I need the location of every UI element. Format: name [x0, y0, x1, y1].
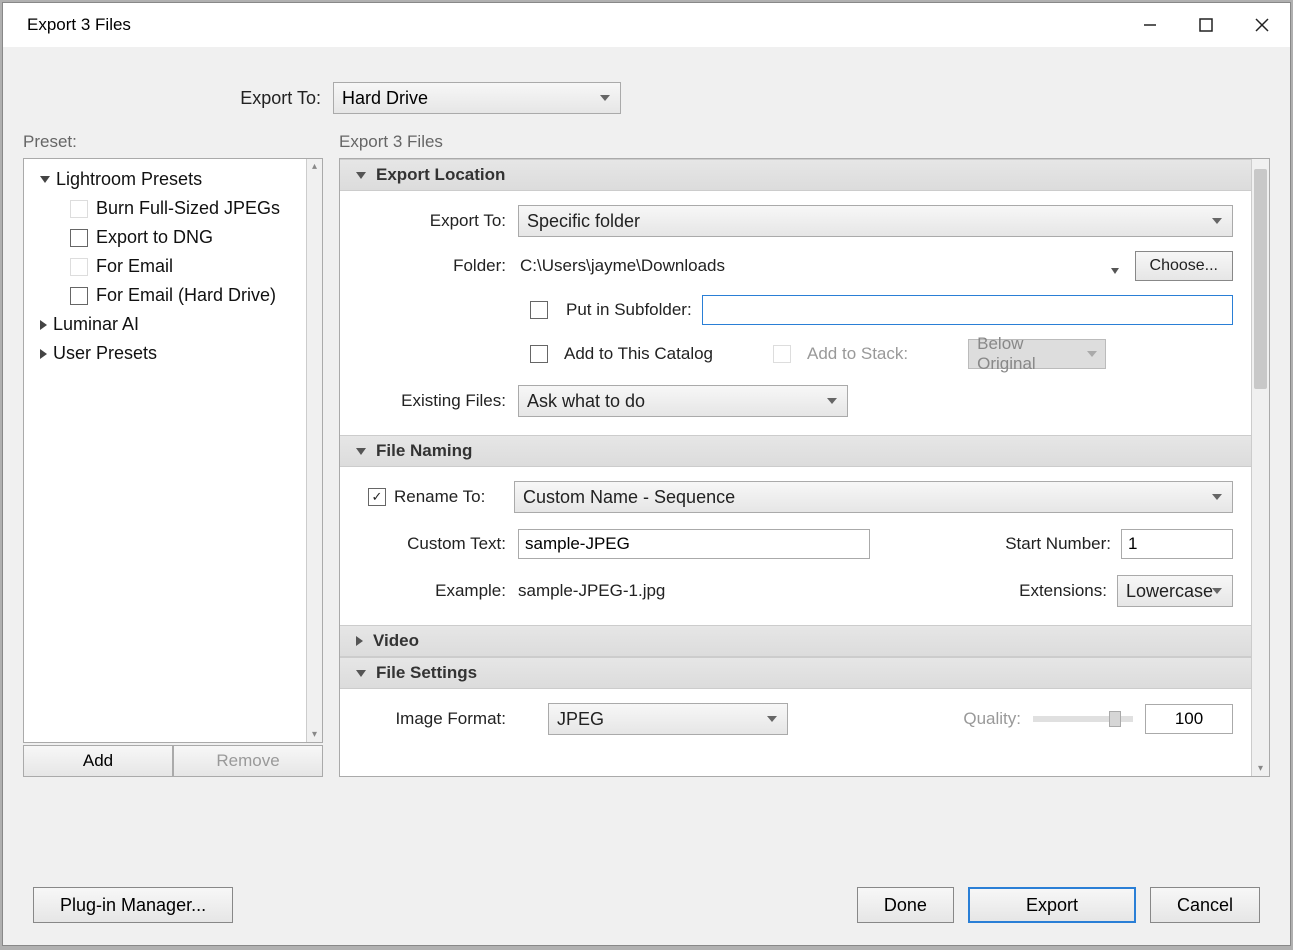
- chevron-down-icon: [40, 176, 50, 183]
- done-button[interactable]: Done: [857, 887, 954, 923]
- chevron-right-icon: [40, 349, 47, 359]
- preset-item[interactable]: For Email (Hard Drive): [30, 281, 308, 310]
- cancel-button[interactable]: Cancel: [1150, 887, 1260, 923]
- scroll-down-icon: ▾: [310, 727, 319, 742]
- preset-item[interactable]: Export to DNG: [30, 223, 308, 252]
- folder-dropdown-icon[interactable]: [1111, 259, 1125, 273]
- image-format-select[interactable]: JPEG: [548, 703, 788, 735]
- slider-thumb[interactable]: [1109, 711, 1121, 727]
- minimize-button[interactable]: [1122, 3, 1178, 47]
- window-title: Export 3 Files: [27, 15, 131, 35]
- extensions-label: Extensions:: [1019, 581, 1117, 601]
- quality-slider[interactable]: [1033, 716, 1133, 722]
- existing-label: Existing Files:: [358, 391, 518, 411]
- chevron-right-icon: [40, 320, 47, 330]
- remove-preset-button[interactable]: Remove: [173, 745, 323, 777]
- panel-header-export-location[interactable]: Export Location: [340, 159, 1251, 191]
- triangle-right-icon: [356, 636, 363, 646]
- choose-folder-button[interactable]: Choose...: [1135, 251, 1233, 281]
- start-number-label: Start Number:: [1005, 534, 1121, 554]
- stack-position-select: Below Original: [968, 339, 1106, 369]
- image-format-label: Image Format:: [358, 709, 518, 729]
- custom-text-label: Custom Text:: [358, 534, 518, 554]
- custom-text-input[interactable]: [518, 529, 870, 559]
- export-to-select[interactable]: Hard Drive: [333, 82, 621, 114]
- maximize-button[interactable]: [1178, 3, 1234, 47]
- put-subfolder-label: Put in Subfolder:: [566, 300, 692, 320]
- rename-checkbox[interactable]: [368, 488, 386, 506]
- folder-path: C:\Users\jayme\Downloads: [518, 256, 1111, 276]
- export-to-label: Export To:: [23, 88, 333, 109]
- checkbox-icon[interactable]: [70, 229, 88, 247]
- preset-item[interactable]: Burn Full-Sized JPEGs: [30, 194, 308, 223]
- scroll-up-icon: ▴: [310, 159, 319, 174]
- scroll-down-icon: ▾: [1252, 763, 1269, 774]
- preset-listbox[interactable]: Lightroom Presets Burn Full-Sized JPEGs …: [23, 158, 323, 743]
- close-button[interactable]: [1234, 3, 1290, 47]
- quality-input[interactable]: [1145, 704, 1233, 734]
- preset-scrollbar[interactable]: ▴ ▾: [306, 159, 322, 742]
- rename-label: Rename To:: [394, 487, 514, 507]
- export-to-label2: Export To:: [358, 211, 518, 231]
- existing-files-select[interactable]: Ask what to do: [518, 385, 848, 417]
- quality-label: Quality:: [963, 709, 1021, 729]
- panel-header-file-settings[interactable]: File Settings: [340, 657, 1251, 689]
- title-bar: Export 3 Files: [3, 3, 1290, 47]
- preset-group-lightroom[interactable]: Lightroom Presets: [30, 165, 308, 194]
- add-stack-label: Add to Stack:: [807, 344, 908, 364]
- extensions-select[interactable]: Lowercase: [1117, 575, 1233, 607]
- start-number-input[interactable]: [1121, 529, 1233, 559]
- add-catalog-label: Add to This Catalog: [564, 344, 713, 364]
- preset-group-luminar[interactable]: Luminar AI: [30, 310, 308, 339]
- add-preset-button[interactable]: Add: [23, 745, 173, 777]
- export-button[interactable]: Export: [968, 887, 1136, 923]
- folder-label: Folder:: [358, 256, 518, 276]
- checkbox-icon[interactable]: [70, 287, 88, 305]
- rename-scheme-select[interactable]: Custom Name - Sequence: [514, 481, 1233, 513]
- export-to-folder-select[interactable]: Specific folder: [518, 205, 1233, 237]
- add-stack-checkbox: [773, 345, 791, 363]
- example-label: Example:: [358, 581, 518, 601]
- triangle-down-icon: [356, 448, 366, 455]
- plugin-manager-button[interactable]: Plug-in Manager...: [33, 887, 233, 923]
- preset-group-user[interactable]: User Presets: [30, 339, 308, 368]
- add-catalog-checkbox[interactable]: [530, 345, 548, 363]
- panel-header-file-naming[interactable]: File Naming: [340, 435, 1251, 467]
- scrollbar-thumb[interactable]: [1254, 169, 1267, 389]
- preset-label: Preset:: [23, 132, 323, 152]
- subfolder-input[interactable]: [702, 295, 1233, 325]
- checkbox-icon[interactable]: [70, 258, 88, 276]
- triangle-down-icon: [356, 172, 366, 179]
- preset-item[interactable]: For Email: [30, 252, 308, 281]
- checkbox-icon[interactable]: [70, 200, 88, 218]
- example-value: sample-JPEG-1.jpg: [518, 581, 665, 601]
- triangle-down-icon: [356, 670, 366, 677]
- main-scrollbar[interactable]: ▾: [1251, 159, 1269, 776]
- main-count-label: Export 3 Files: [339, 132, 1270, 152]
- panel-header-video[interactable]: Video: [340, 625, 1251, 657]
- put-subfolder-checkbox[interactable]: [530, 301, 548, 319]
